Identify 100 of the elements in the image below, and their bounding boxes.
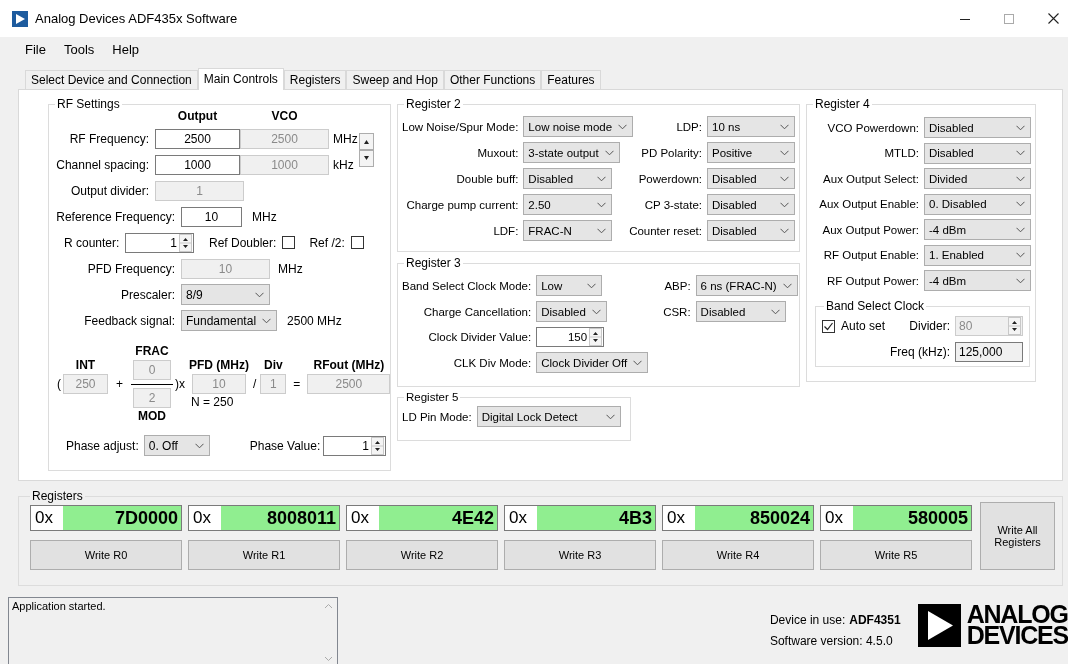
write-all-button[interactable]: Write All Registers <box>980 502 1055 570</box>
tab[interactable]: Other Functions <box>443 70 542 89</box>
field-label: Phase adjust: <box>66 438 139 453</box>
group-title: Register 5 <box>405 391 460 403</box>
hex-prefix: 0x <box>34 507 54 529</box>
dropdown[interactable]: 2.50 <box>523 194 613 215</box>
field-label: Powerdown: <box>638 172 702 185</box>
dropdown[interactable]: 3-state output <box>523 142 620 163</box>
chevron-down-icon <box>597 201 607 208</box>
dropdown[interactable]: 10 ns <box>707 116 795 137</box>
text-field[interactable]: 10 <box>181 206 242 227</box>
software-version: Software version: 4.5.0 <box>769 634 894 648</box>
tab[interactable]: Sweep and Hop <box>346 70 444 89</box>
field-label: LDF: <box>493 224 519 237</box>
field-label: Phase Value: <box>249 438 321 453</box>
dropdown[interactable]: Digital Lock Detect <box>476 406 621 427</box>
write-button[interactable]: Write R3 <box>504 540 656 570</box>
field-label: R counter: <box>64 235 121 250</box>
dropdown[interactable]: -4 dBm <box>924 219 1031 240</box>
hex-prefix: 0x <box>192 507 212 529</box>
dropdown[interactable]: Divided <box>924 168 1031 189</box>
menu-item[interactable]: File <box>16 42 55 57</box>
register-field[interactable]: 0x 4E42 <box>346 505 498 531</box>
spin-arrows-icon[interactable] <box>179 233 192 252</box>
dropdown[interactable]: Disabled <box>707 194 795 215</box>
dropdown[interactable]: FRAC-N <box>523 220 613 241</box>
field-label: RF Output Power: <box>826 274 919 287</box>
field-label: RF Output Enable: <box>823 249 919 261</box>
dropdown[interactable]: Low noise mode <box>523 116 634 137</box>
window-title: Analog Devices ADF435x Software <box>35 11 238 26</box>
chevron-down-icon <box>780 149 789 156</box>
field-label: Divider: <box>909 319 950 333</box>
field-label: Charge pump current: <box>406 198 519 211</box>
text-field[interactable]: 2500 <box>155 128 240 149</box>
spin-arrows-icon[interactable] <box>589 328 603 346</box>
dropdown[interactable]: Positive <box>707 142 795 163</box>
write-button[interactable]: Write R2 <box>346 540 498 570</box>
dropdown[interactable]: 8/9 <box>181 284 270 305</box>
register-field[interactable]: 0x 7D0000 <box>30 505 182 531</box>
register-value: 4E42 <box>379 506 497 530</box>
chevron-down-icon <box>780 201 789 208</box>
write-button[interactable]: Write R5 <box>820 540 972 570</box>
field-label: Aux Output Select: <box>823 172 919 185</box>
tab[interactable]: Main Controls <box>197 68 284 90</box>
dropdown[interactable]: Disabled <box>536 301 607 322</box>
device-name: ADF4351 <box>849 613 901 627</box>
spin-box[interactable]: 1 <box>125 232 194 253</box>
write-button[interactable]: Write R1 <box>188 540 340 570</box>
dropdown[interactable]: Fundamental <box>181 310 278 331</box>
chevron-down-icon <box>587 282 597 289</box>
dropdown[interactable]: Disabled <box>523 168 613 189</box>
write-button[interactable]: Write R0 <box>30 540 182 570</box>
formula-label: FRAC <box>135 343 169 360</box>
dropdown[interactable]: Disabled <box>707 168 795 189</box>
dropdown[interactable]: -4 dBm <box>924 270 1031 291</box>
spin-box[interactable]: 150 <box>536 327 605 347</box>
dropdown[interactable]: 0. Disabled <box>924 193 1031 215</box>
dropdown[interactable]: Disabled <box>695 301 786 322</box>
logo-mark-icon <box>917 604 961 647</box>
dropdown[interactable]: 6 ns (FRAC-N) <box>695 275 798 296</box>
dropdown[interactable]: Disabled <box>924 142 1031 164</box>
hex-prefix: 0x <box>508 507 528 529</box>
group-title: RF Settings <box>56 97 121 111</box>
checkbox[interactable] <box>350 236 364 249</box>
dropdown[interactable]: Disabled <box>924 117 1031 138</box>
register-field[interactable]: 0x 4B3 <box>504 505 656 531</box>
dropdown[interactable]: Disabled <box>707 220 795 241</box>
spin-arrows-icon[interactable] <box>359 133 374 167</box>
hex-prefix: 0x <box>824 507 844 529</box>
tab[interactable]: Registers <box>283 70 347 89</box>
register-field[interactable]: 0x 580005 <box>820 505 972 531</box>
register-field[interactable]: 0x 8008011 <box>188 505 340 531</box>
close-icon[interactable] <box>1048 13 1059 24</box>
register-field[interactable]: 0x 850024 <box>662 505 814 531</box>
unit-label: kHz <box>332 157 355 172</box>
field-label: Prescaler: <box>119 287 175 302</box>
chevron-down-icon <box>780 123 789 130</box>
write-button[interactable]: Write R4 <box>662 540 814 570</box>
checkbox[interactable] <box>822 319 835 333</box>
formula-symbol: + <box>116 377 123 391</box>
group-title: Register 4 <box>814 97 871 111</box>
menu-item[interactable]: Help <box>103 42 149 57</box>
spin-arrows-icon[interactable] <box>371 436 384 455</box>
menu-item[interactable]: Tools <box>54 42 104 57</box>
spin-box[interactable]: 1 <box>323 435 386 456</box>
text-field[interactable]: 125,000 <box>955 342 1023 362</box>
group-title: Registers <box>31 489 84 503</box>
dropdown[interactable]: 0. Off <box>143 435 210 456</box>
checkbox[interactable] <box>282 236 296 249</box>
dropdown[interactable]: Clock Divider Off <box>536 352 649 373</box>
tab[interactable]: Select Device and Connection <box>25 70 198 89</box>
dropdown[interactable]: 1. Enabled <box>924 244 1031 266</box>
field-label: Counter reset: <box>629 224 702 237</box>
text-field[interactable]: 1000 <box>155 154 240 175</box>
formula-symbol: = <box>293 377 301 391</box>
field-label: Channel spacing: <box>55 157 149 172</box>
dropdown[interactable]: Low <box>536 275 603 296</box>
tab[interactable]: Features <box>541 70 601 89</box>
formula-symbol: )x <box>175 377 185 391</box>
chevron-down-icon <box>1016 175 1025 182</box>
